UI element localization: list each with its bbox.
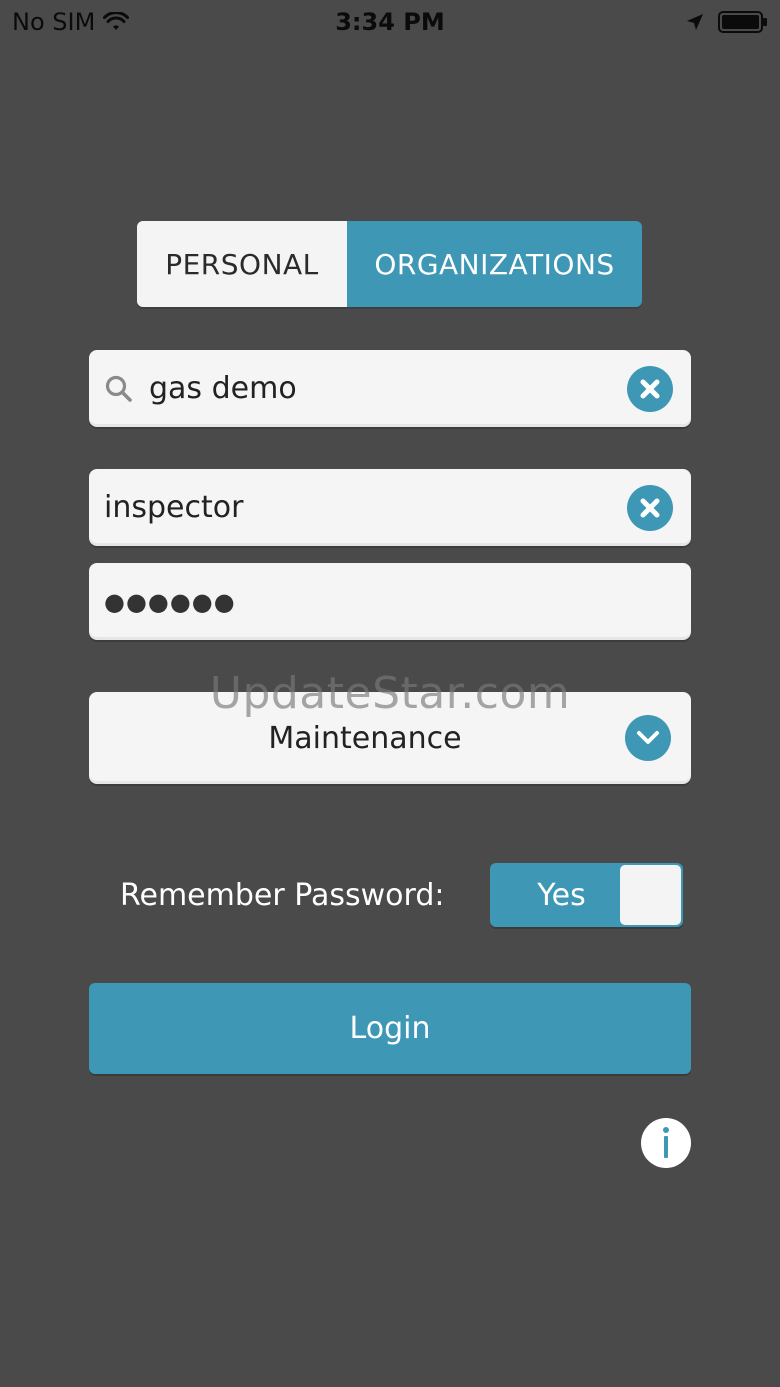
remember-password-label: Remember Password: — [120, 877, 445, 913]
organization-search-field[interactable]: gas demo — [89, 350, 691, 427]
battery-icon — [718, 11, 768, 33]
account-type-segmented-control: PERSONAL ORGANIZATIONS — [137, 221, 642, 307]
location-arrow-icon — [686, 13, 704, 31]
password-masked-value[interactable]: ●●●●●● — [104, 563, 236, 640]
tab-organizations[interactable]: ORGANIZATIONS — [347, 221, 642, 307]
password-field[interactable]: ●●●●●● — [89, 563, 691, 640]
toggle-knob[interactable] — [620, 865, 681, 925]
status-right — [686, 0, 768, 44]
toggle-label: Yes — [537, 877, 586, 913]
clear-username-icon[interactable] — [627, 484, 673, 531]
username-field[interactable]: inspector — [89, 469, 691, 546]
status-time: 3:34 PM — [335, 8, 445, 36]
info-icon[interactable] — [641, 1118, 691, 1168]
clear-search-icon[interactable] — [627, 365, 673, 412]
tab-personal[interactable]: PERSONAL — [137, 221, 347, 307]
login-button[interactable]: Login — [89, 983, 691, 1074]
login-screen: No SIM 3:34 PM PERSONAL ORGANIZATIONS ga… — [0, 0, 780, 1387]
organization-search-value[interactable]: gas demo — [149, 350, 297, 427]
remember-password-toggle[interactable]: Yes — [490, 863, 683, 927]
chevron-down-icon[interactable] — [625, 715, 671, 761]
role-selected-value: Maintenance — [268, 720, 462, 756]
status-bar: No SIM 3:34 PM — [0, 0, 780, 44]
username-value[interactable]: inspector — [104, 469, 243, 546]
search-icon — [103, 373, 135, 405]
role-dropdown[interactable]: Maintenance — [89, 692, 691, 784]
